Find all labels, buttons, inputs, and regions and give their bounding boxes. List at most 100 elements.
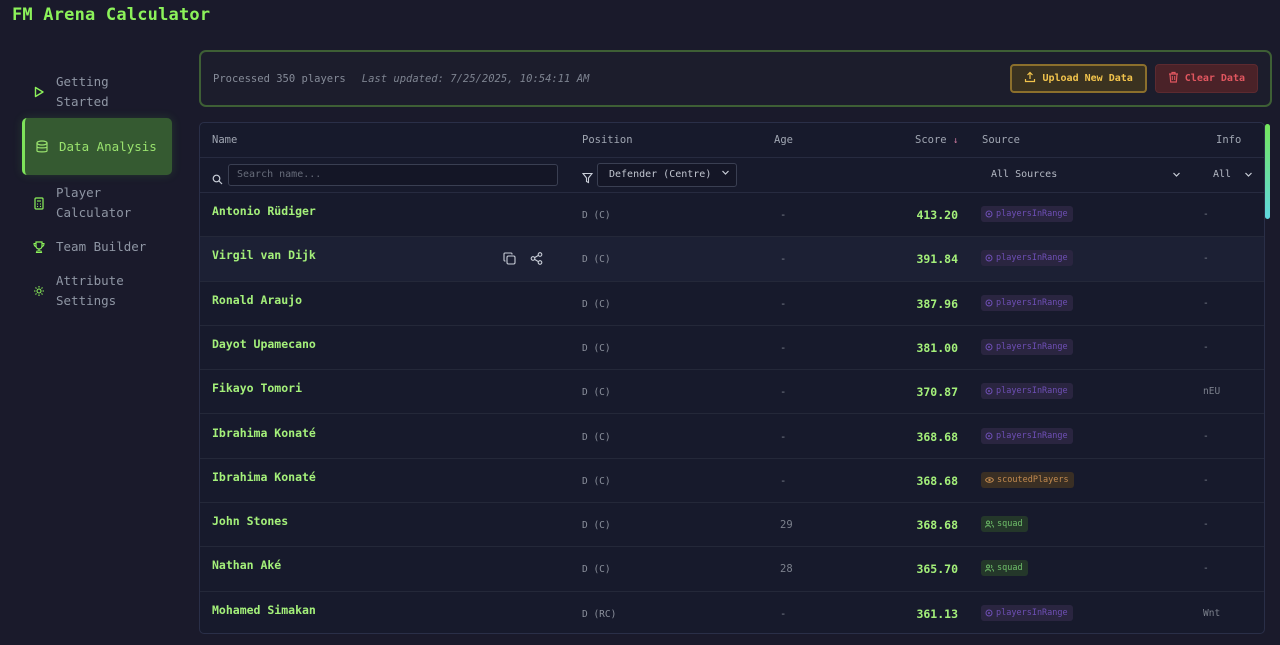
table-row[interactable]: Mohamed Simakan D (RC) - 361.13 playersI…	[200, 592, 1264, 633]
position-filter-select[interactable]: Defender (Centre)	[597, 163, 737, 187]
player-score: 365.70	[916, 562, 958, 577]
table-row[interactable]: Ibrahima Konaté D (C) - 368.68 scoutedPl…	[200, 459, 1264, 504]
play-icon	[32, 85, 46, 99]
player-position: D (C)	[582, 210, 611, 221]
source-badge: playersInRange	[981, 294, 1073, 311]
sidebar-item-getting-started[interactable]: Getting Started	[22, 72, 172, 112]
column-header-position[interactable]: Position	[582, 134, 633, 146]
source-badge: playersInRange	[981, 250, 1073, 267]
sidebar-item-label: Getting Started	[56, 74, 109, 109]
player-age: -	[780, 474, 787, 487]
search-name-input[interactable]: Search name...	[228, 164, 558, 186]
player-position: D (C)	[582, 564, 611, 576]
table-row[interactable]: Fikayo Tomori D (C) - 370.87 playersInRa…	[200, 370, 1264, 415]
source-badge: squad	[981, 560, 1028, 577]
player-age: -	[780, 297, 787, 310]
player-age: -	[780, 607, 787, 620]
player-info: Wnt	[1203, 607, 1221, 619]
sidebar: Getting Started Data Analysis Player Cal…	[22, 72, 172, 317]
app-title: FM Arena Calculator	[12, 5, 211, 25]
source-label: playersInRange	[996, 430, 1068, 441]
player-name[interactable]: Fikayo Tomori	[212, 381, 302, 395]
player-info: -	[1203, 297, 1209, 309]
source-badge: squad	[981, 516, 1028, 533]
sidebar-item-label: Attribute Settings	[56, 273, 124, 308]
scrollbar-thumb[interactable]	[1265, 124, 1270, 219]
source-label: playersInRange	[996, 209, 1068, 219]
table-row[interactable]: Dayot Upamecano D (C) - 381.00 playersIn…	[200, 326, 1264, 371]
info-filter-select[interactable]: All	[1213, 169, 1253, 180]
database-icon	[35, 139, 49, 154]
player-age: 29	[780, 519, 793, 532]
player-age: -	[780, 430, 787, 443]
filter-icon	[581, 169, 594, 188]
copy-icon[interactable]	[503, 252, 516, 268]
player-info: -	[1203, 519, 1209, 531]
player-position: D (C)	[582, 298, 611, 310]
table-row[interactable]: John Stones D (C) 29 368.68 squad -	[200, 503, 1264, 548]
source-badge: playersInRange	[981, 427, 1073, 444]
upload-icon	[1024, 71, 1036, 86]
target-icon	[985, 299, 993, 307]
player-name[interactable]: Virgil van Dijk	[212, 248, 316, 262]
player-age: -	[780, 386, 787, 399]
player-age: 28	[780, 563, 793, 576]
sidebar-item-label: Team Builder	[56, 239, 147, 254]
sidebar-item-data-analysis[interactable]: Data Analysis	[22, 118, 172, 175]
eye-icon	[985, 476, 994, 484]
player-score: 368.68	[916, 473, 958, 488]
last-updated: Last updated: 7/25/2025, 10:54:11 AM	[361, 72, 590, 85]
player-position: D (C)	[582, 431, 611, 443]
upload-new-data-button[interactable]: Upload New Data	[1010, 64, 1147, 93]
sort-desc-icon: ↓	[952, 136, 959, 146]
target-icon	[985, 210, 993, 218]
player-name[interactable]: Ibrahima Konaté	[212, 470, 316, 484]
player-position: D (RC)	[582, 608, 617, 620]
chevron-down-icon	[1244, 170, 1253, 182]
table-row[interactable]: Ronald Araujo D (C) - 387.96 playersInRa…	[200, 282, 1264, 326]
clear-data-button[interactable]: Clear Data	[1154, 64, 1258, 93]
player-score: 370.87	[916, 385, 958, 400]
users-icon	[985, 564, 994, 572]
info-filter-value: All	[1213, 169, 1232, 180]
column-header-name[interactable]: Name	[212, 134, 237, 146]
player-info: -	[1203, 209, 1209, 220]
calculator-icon	[32, 196, 46, 210]
source-label: playersInRange	[996, 341, 1068, 352]
player-score: 387.96	[916, 296, 958, 311]
player-info: -	[1203, 474, 1209, 486]
player-position: D (C)	[582, 475, 611, 487]
share-icon[interactable]	[530, 252, 543, 268]
column-header-score[interactable]: Score ↓	[915, 134, 958, 146]
table-row[interactable]: Ibrahima Konaté D (C) - 368.68 playersIn…	[200, 415, 1264, 459]
player-age: -	[780, 253, 787, 266]
filter-row: Search name... Defender (Centre) All Sou…	[200, 158, 1264, 193]
column-header-age[interactable]: Age	[774, 134, 793, 146]
table-row[interactable]: Virgil van Dijk D (C) - 391.84 playersIn…	[200, 237, 1264, 282]
player-age: -	[780, 209, 787, 221]
player-position: D (C)	[582, 342, 611, 354]
player-name[interactable]: Dayot Upamecano	[212, 337, 316, 351]
player-name[interactable]: Ibrahima Konaté	[212, 426, 316, 440]
sidebar-item-team-builder[interactable]: Team Builder	[22, 233, 172, 261]
trash-icon	[1168, 71, 1179, 86]
source-label: playersInRange	[996, 386, 1068, 397]
target-icon	[985, 609, 993, 617]
table-row[interactable]: Nathan Aké D (C) 28 365.70 squad -	[200, 547, 1264, 592]
player-name[interactable]: Nathan Aké	[212, 558, 281, 572]
users-icon	[985, 520, 994, 528]
player-name[interactable]: Antonio Rüdiger	[212, 204, 316, 218]
player-name[interactable]: Mohamed Simakan	[212, 603, 316, 617]
player-name[interactable]: Ronald Araujo	[212, 293, 302, 307]
player-name[interactable]: John Stones	[212, 514, 288, 528]
sidebar-item-attribute-settings[interactable]: Attribute Settings	[22, 271, 172, 311]
source-label: squad	[997, 563, 1023, 574]
column-header-info[interactable]: Info	[1216, 134, 1241, 146]
source-filter-select[interactable]: All Sources	[991, 169, 1181, 180]
player-position: D (C)	[582, 387, 611, 399]
table-row[interactable]: Antonio Rüdiger D (C) - 413.20 playersIn…	[200, 193, 1264, 238]
source-label: playersInRange	[996, 607, 1068, 618]
sidebar-item-player-calculator[interactable]: Player Calculator	[22, 183, 172, 223]
target-icon	[985, 432, 993, 440]
column-header-source[interactable]: Source	[982, 134, 1020, 146]
